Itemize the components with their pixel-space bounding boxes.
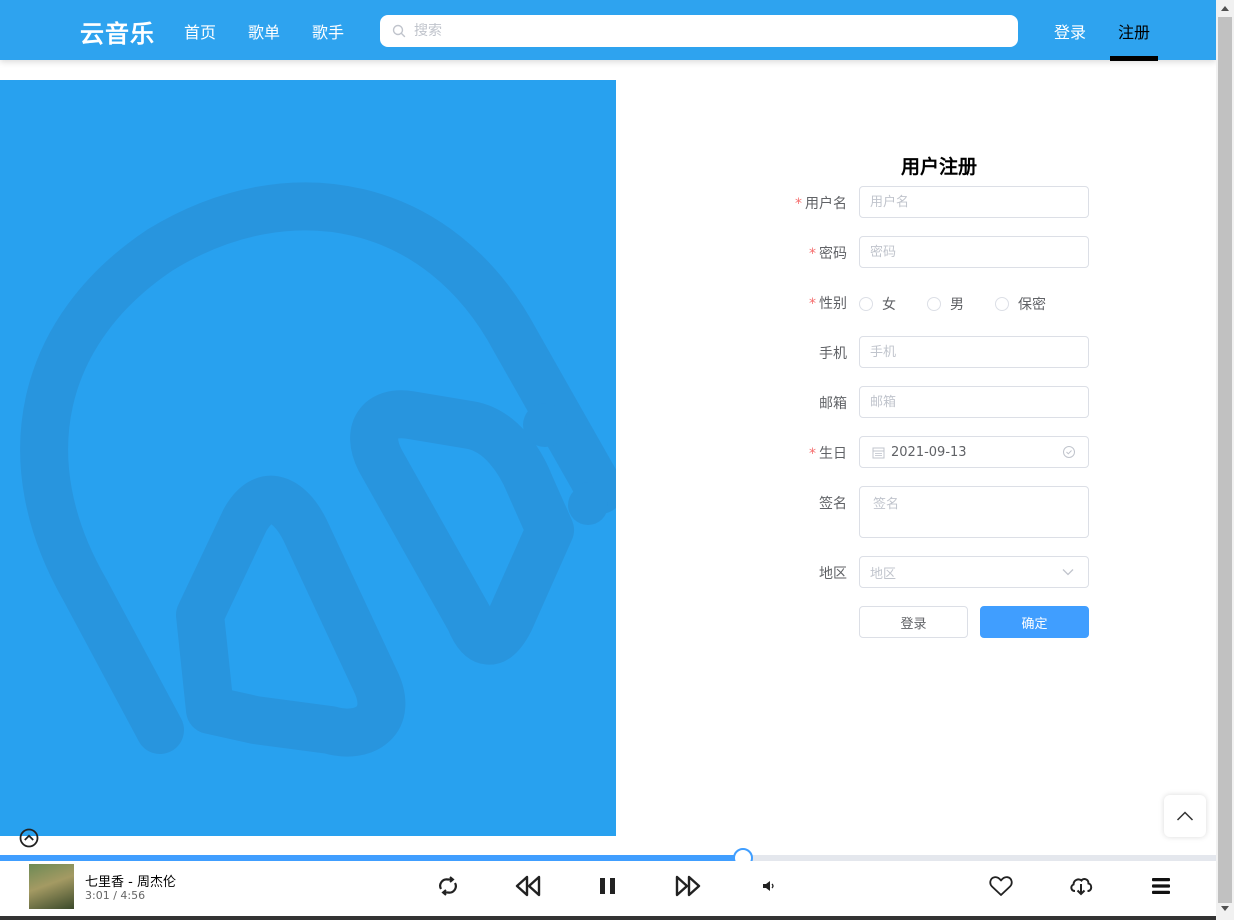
previous-track-icon[interactable]: [515, 875, 541, 897]
email-input[interactable]: [859, 386, 1089, 418]
form-title: 用户注册: [900, 156, 977, 178]
confirm-button[interactable]: 确定: [980, 606, 1089, 638]
radio-circle: [995, 297, 1009, 311]
cloud-download-icon[interactable]: [1069, 876, 1093, 896]
search-input[interactable]: [414, 23, 974, 39]
active-tab-indicator: [1110, 56, 1158, 61]
music-logo-watermark-icon: [20, 182, 616, 757]
chevron-up-icon: [1176, 811, 1194, 821]
email-label: 邮箱: [819, 396, 847, 412]
top-nav-bar: 云音乐 首页 歌单 歌手 登录 注册: [0, 0, 1216, 61]
volume-icon[interactable]: [762, 880, 776, 892]
password-input[interactable]: [859, 236, 1089, 268]
loop-icon[interactable]: [437, 876, 459, 896]
required-mark: *: [809, 296, 816, 312]
gender-radio-female[interactable]: 女: [859, 294, 896, 314]
nav-home[interactable]: 首页: [184, 19, 216, 43]
chevron-down-icon: [1062, 569, 1074, 576]
phone-label: 手机: [819, 346, 847, 362]
header-register-link[interactable]: 注册: [1118, 19, 1150, 43]
site-logo[interactable]: 云音乐: [80, 14, 155, 49]
birthday-label: * 生日: [809, 446, 847, 462]
region-label: 地区: [819, 566, 847, 582]
required-mark: *: [809, 246, 816, 262]
scroll-thumb[interactable]: [1218, 17, 1232, 903]
back-to-top-button[interactable]: [1164, 795, 1206, 837]
song-time: 3:01 / 4:56: [85, 889, 146, 902]
login-button[interactable]: 登录: [859, 606, 968, 638]
gender-label: * 性别: [809, 296, 847, 312]
search-icon: [392, 24, 406, 38]
birthday-value: 2021-09-13: [891, 444, 967, 460]
region-placeholder: 地区: [870, 566, 897, 582]
clear-circle-icon[interactable]: [1062, 445, 1076, 459]
expand-player-icon[interactable]: [19, 828, 39, 848]
gender-radio-secret[interactable]: 保密: [995, 294, 1046, 314]
radio-circle: [927, 297, 941, 311]
bottom-background-strip: [0, 916, 1216, 920]
scroll-up-arrow-icon[interactable]: [1221, 6, 1229, 11]
scroll-down-arrow-icon[interactable]: [1221, 906, 1229, 911]
calendar-icon: [872, 447, 885, 458]
signature-textarea[interactable]: [859, 486, 1089, 538]
password-label: * 密码: [809, 246, 847, 262]
song-title: 七里香 - 周杰伦: [85, 875, 176, 890]
phone-input[interactable]: [859, 336, 1089, 368]
signature-label: 签名: [819, 496, 847, 512]
next-track-icon[interactable]: [675, 875, 701, 897]
birthday-date-picker[interactable]: 2021-09-13: [859, 436, 1089, 468]
hero-banner: [0, 80, 616, 836]
header-login-link[interactable]: 登录: [1054, 19, 1086, 43]
player-bar: 七里香 - 周杰伦 3:01 / 4:56: [0, 861, 1216, 916]
required-mark: *: [795, 196, 802, 212]
nav-singers[interactable]: 歌手: [312, 19, 344, 43]
search-box[interactable]: [380, 15, 1018, 47]
pause-icon[interactable]: [599, 877, 617, 895]
playlist-menu-icon[interactable]: [1152, 878, 1170, 894]
page-scrollbar[interactable]: [1216, 0, 1234, 920]
radio-circle: [859, 297, 873, 311]
region-select[interactable]: 地区: [859, 556, 1089, 588]
page: 云音乐 首页 歌单 歌手 登录 注册: [0, 0, 1234, 920]
heart-icon[interactable]: [989, 875, 1013, 897]
nav-playlists[interactable]: 歌单: [248, 19, 280, 43]
username-input[interactable]: [859, 186, 1089, 218]
gender-radio-male[interactable]: 男: [927, 294, 964, 314]
album-cover[interactable]: [29, 864, 74, 909]
required-mark: *: [809, 446, 816, 462]
username-label: * 用户名: [795, 196, 847, 212]
